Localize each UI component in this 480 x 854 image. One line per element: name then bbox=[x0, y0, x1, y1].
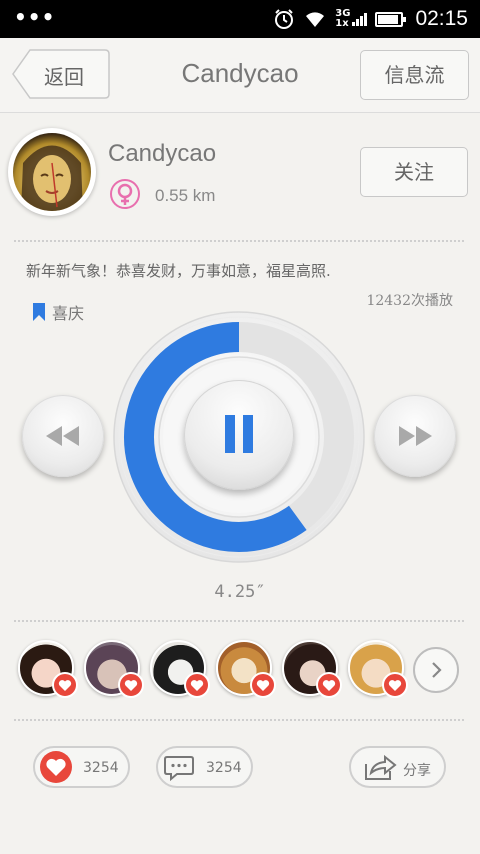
battery-icon bbox=[375, 11, 407, 27]
fast-forward-button[interactable] bbox=[374, 395, 456, 477]
rewind-icon bbox=[46, 426, 79, 446]
listener-avatar[interactable] bbox=[150, 640, 210, 698]
pause-icon bbox=[225, 415, 253, 453]
back-label: 返回 bbox=[44, 65, 84, 89]
user-avatar[interactable] bbox=[8, 128, 96, 216]
listener-avatar[interactable] bbox=[84, 640, 144, 698]
heart-icon bbox=[382, 672, 408, 698]
divider bbox=[14, 620, 464, 622]
listener-avatar[interactable] bbox=[18, 640, 78, 698]
play-count: 12432次播放 bbox=[366, 293, 453, 309]
divider bbox=[14, 240, 464, 242]
post-text: 新年新气象！恭喜发财，万事如意，福星高照. bbox=[26, 262, 331, 280]
divider bbox=[14, 719, 464, 721]
chevron-right-icon bbox=[432, 662, 442, 678]
follow-button[interactable]: 关注 bbox=[360, 147, 468, 197]
pause-button[interactable] bbox=[184, 380, 294, 490]
bookmark-icon bbox=[33, 303, 45, 321]
avatar-image bbox=[13, 133, 91, 211]
signal-icon bbox=[352, 12, 368, 26]
feed-button[interactable]: 信息流 bbox=[360, 50, 469, 100]
wifi-icon bbox=[306, 12, 325, 27]
player-dial bbox=[112, 310, 366, 564]
heart-icon bbox=[40, 751, 72, 783]
more-listeners-button[interactable] bbox=[413, 647, 459, 693]
comment-button[interactable]: 3254 bbox=[156, 746, 253, 788]
username: Candycao bbox=[108, 140, 217, 167]
listener-avatar[interactable] bbox=[282, 640, 342, 698]
listener-avatar[interactable] bbox=[216, 640, 276, 698]
network-indicator: 3G 1x bbox=[335, 9, 368, 29]
alarm-icon bbox=[275, 9, 294, 29]
heart-icon bbox=[52, 672, 78, 698]
notification-dots-icon: ••• bbox=[14, 5, 56, 29]
distance-text: 0.55 km bbox=[155, 186, 216, 205]
listener-avatar[interactable] bbox=[348, 640, 408, 698]
heart-icon bbox=[118, 672, 144, 698]
duration-text: 4.25″ bbox=[214, 582, 266, 602]
top-bar: 返回 Candycao 信息流 bbox=[0, 38, 480, 113]
fast-forward-icon bbox=[399, 426, 432, 446]
share-button[interactable]: 分享 bbox=[349, 746, 446, 788]
clock: 02:15 bbox=[415, 7, 468, 30]
like-count: 3254 bbox=[83, 760, 119, 776]
female-icon bbox=[110, 179, 140, 209]
like-button[interactable]: 3254 bbox=[33, 746, 130, 788]
share-label: 分享 bbox=[403, 763, 431, 779]
heart-icon bbox=[250, 672, 276, 698]
status-bar: ••• 3G 1x 02:15 bbox=[0, 0, 480, 38]
tag-label: 喜庆 bbox=[52, 304, 85, 323]
share-icon bbox=[365, 754, 397, 780]
tag[interactable]: 喜庆 bbox=[32, 300, 84, 324]
comment-count: 3254 bbox=[206, 760, 242, 776]
page-title: Candycao bbox=[181, 58, 299, 88]
listeners-row bbox=[18, 640, 408, 698]
heart-icon bbox=[184, 672, 210, 698]
rewind-button[interactable] bbox=[22, 395, 104, 477]
heart-icon bbox=[316, 672, 342, 698]
back-button[interactable]: 返回 bbox=[12, 49, 110, 99]
comment-icon bbox=[164, 756, 194, 782]
